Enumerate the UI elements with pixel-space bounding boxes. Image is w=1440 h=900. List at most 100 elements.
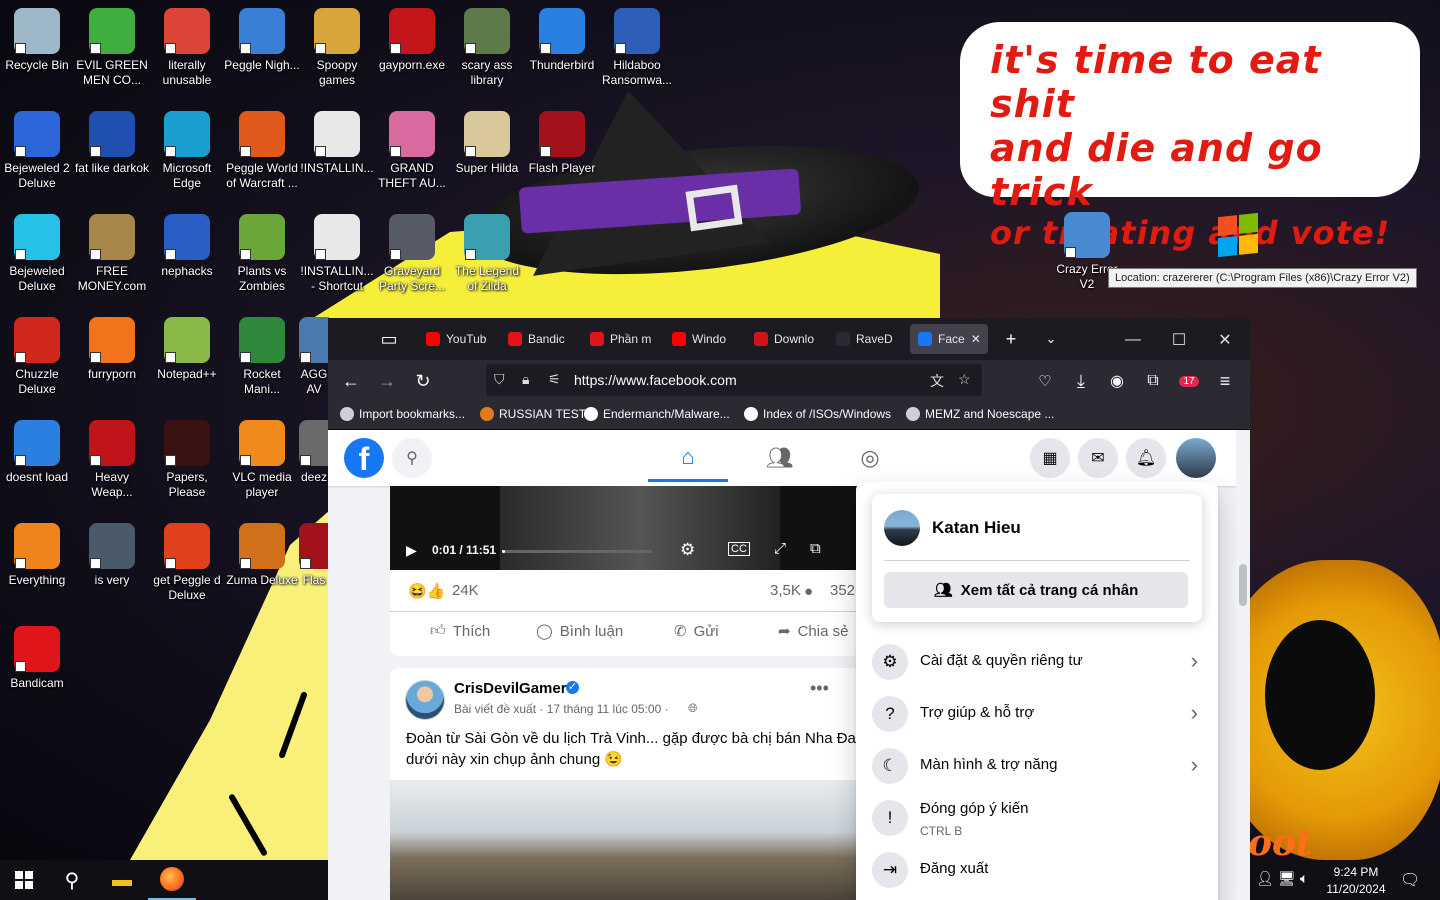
reaction-count[interactable]: 24K	[452, 582, 479, 599]
bookmark-item[interactable]: Endermanch/Malware...	[584, 407, 730, 421]
video-progress[interactable]	[502, 550, 652, 553]
desktop-icon[interactable]: Zuma Deluxe	[224, 523, 300, 588]
menu-item[interactable]: ☾ Màn hình & trợ năng ›	[864, 740, 1210, 792]
desktop-icon[interactable]: Bejeweled 2 Deluxe	[0, 111, 75, 191]
friends-icon[interactable]: 👥︎	[740, 434, 820, 482]
forward-button[interactable]: →	[374, 368, 400, 394]
desktop-icon[interactable]: is very	[74, 523, 150, 588]
browser-tab[interactable]: Windo	[664, 324, 742, 354]
account-icon[interactable]: ◉	[1104, 368, 1130, 394]
bell-icon[interactable]: 🔔︎	[1126, 438, 1166, 478]
menu-item[interactable]: ! Đóng góp ý kiến CTRL B	[864, 792, 1210, 844]
bookmark-star-icon[interactable]: ☆	[958, 371, 971, 388]
desktop-icon[interactable]: !INSTALLIN... - Shortcut	[299, 214, 375, 294]
firefox-taskbar-icon[interactable]	[148, 860, 196, 900]
share-button[interactable]: ➦ Chia sẻ	[778, 622, 848, 641]
comment-button[interactable]: ◯ Bình luận	[536, 622, 623, 641]
network-user-icon[interactable]: 👤︎	[1256, 870, 1274, 887]
tab-overview-icon[interactable]: ▭	[376, 326, 402, 352]
browser-tab[interactable]: YouTub	[418, 324, 496, 354]
notifications-icon[interactable]: 17	[1176, 368, 1202, 394]
clock[interactable]: 9:24 PM 11/20/2024	[1320, 864, 1392, 898]
action-center-icon[interactable]: 🗨︎	[1400, 870, 1420, 890]
menu-item[interactable]: ? Trợ giúp & hỗ trợ ›	[864, 688, 1210, 740]
browser-tab[interactable]: Phần m	[582, 324, 660, 354]
settings-icon[interactable]: ⚙	[680, 540, 695, 560]
file-explorer-icon[interactable]: ▬	[98, 860, 146, 900]
desktop-icon[interactable]: Heavy Weap...	[74, 420, 150, 500]
reaction-icons[interactable]: 😆👍	[408, 582, 445, 600]
permissions-icon[interactable]: ⚟	[548, 371, 561, 388]
messenger-icon[interactable]: ✉	[1078, 438, 1118, 478]
video-player[interactable]: ▶ 0:01 / 11:51 ⚙ CC ⤢ ⧉	[390, 486, 860, 570]
desktop-icon[interactable]: fat like darkok	[74, 111, 150, 176]
lock-icon[interactable]: 🔒︎	[522, 371, 529, 388]
more-options-icon[interactable]: •••	[810, 678, 829, 699]
desktop-icon[interactable]: Bejeweled Deluxe	[0, 214, 75, 294]
downloads-icon[interactable]: ⤓	[1068, 368, 1094, 394]
back-button[interactable]: ←	[338, 368, 364, 394]
profile-avatar[interactable]	[884, 510, 920, 546]
desktop-icon[interactable]: literally unusable	[149, 8, 225, 88]
close-tab-icon[interactable]: ✕	[971, 332, 981, 346]
browser-tab[interactable]: Downlo	[746, 324, 824, 354]
desktop-icon[interactable]: gayporn.exe	[374, 8, 450, 73]
desktop-icon[interactable]: Thunderbird	[524, 8, 600, 73]
desktop-icon[interactable]: Spoopy games	[299, 8, 375, 88]
desktop-icon[interactable]: get Peggle d Deluxe	[149, 523, 225, 603]
new-tab-button[interactable]: +	[998, 326, 1024, 352]
desktop-icon[interactable]: scary ass library	[449, 8, 525, 88]
desktop-icon[interactable]: Flash Player	[524, 111, 600, 176]
desktop-icon[interactable]: Rocket Mani...	[224, 317, 300, 397]
post-author-avatar[interactable]	[405, 680, 445, 720]
minimize-button[interactable]: —	[1110, 326, 1156, 354]
desktop-icon[interactable]: FREE MONEY.com	[74, 214, 150, 294]
desktop-icon[interactable]: The Legend of Zilda	[449, 214, 525, 294]
search-icon[interactable]: ⚲	[48, 860, 96, 900]
home-icon[interactable]: ⌂	[648, 434, 728, 482]
desktop-icon[interactable]: EVIL GREEN MEN CO...	[74, 8, 150, 88]
url-bar[interactable]: ⛉ 🔒︎ ⚟ 文 ☆	[486, 364, 982, 396]
post-photo[interactable]	[390, 780, 860, 900]
desktop-icon[interactable]: Peggle Nigh...	[224, 8, 300, 73]
bookmark-item[interactable]: Index of /ISOs/Windows	[744, 407, 891, 421]
menu-grid-icon[interactable]: ▦	[1030, 438, 1070, 478]
facebook-logo-icon[interactable]: f	[344, 438, 384, 478]
browser-tab[interactable]: Face ✕	[910, 324, 988, 354]
desktop-icon[interactable]: Everything	[0, 523, 75, 588]
desktop-icon[interactable]: Hildaboo Ransomwa...	[599, 8, 675, 88]
volume-icon[interactable]: 🔈︎	[1300, 870, 1308, 887]
bookmark-item[interactable]: RUSSIAN TEST	[480, 407, 586, 421]
start-button[interactable]	[0, 860, 48, 900]
profile-name[interactable]: Katan Hieu	[932, 518, 1021, 538]
tracking-shield-icon[interactable]: ⛉	[494, 371, 505, 388]
desktop-icon[interactable]: nephacks	[149, 214, 225, 279]
post-author[interactable]: CrisDevilGamer	[454, 680, 567, 697]
desktop-icon[interactable]: Recycle Bin	[0, 8, 75, 73]
captions-icon[interactable]: CC	[728, 542, 750, 556]
search-icon[interactable]: ⚲	[392, 438, 432, 478]
menu-icon[interactable]: ≡	[1212, 368, 1238, 394]
desktop-icon[interactable]: furryporn	[74, 317, 150, 382]
desktop-icon[interactable]: !INSTALLIN...	[299, 111, 375, 176]
bookmark-item[interactable]: Import bookmarks...	[340, 407, 465, 421]
close-window-button[interactable]: ✕	[1202, 326, 1248, 354]
send-button[interactable]: ✆ Gửi	[674, 622, 719, 641]
browser-tab[interactable]: Bandic	[500, 324, 578, 354]
share-count[interactable]: 352	[830, 582, 855, 599]
desktop-icon[interactable]: Flas	[299, 523, 329, 588]
desktop-icon[interactable]: Microsoft Edge	[149, 111, 225, 191]
reload-button[interactable]: ↻	[410, 368, 436, 394]
desktop-icon[interactable]: Chuzzle Deluxe	[0, 317, 75, 397]
play-icon[interactable]: ▶	[406, 542, 417, 559]
comment-count[interactable]: 3,5K	[770, 582, 801, 599]
profile-avatar-button[interactable]	[1176, 438, 1216, 478]
groups-icon[interactable]: ◎	[830, 434, 910, 482]
desktop-icon[interactable]: doesnt load	[0, 420, 75, 485]
page-scrollbar[interactable]	[1236, 430, 1250, 900]
desktop-icon[interactable]: VLC media player	[224, 420, 300, 500]
desktop-icon[interactable]: Graveyard Party Scre...	[374, 214, 450, 294]
translate-icon[interactable]: 文	[930, 371, 944, 391]
desktop-icon[interactable]: Notepad++	[149, 317, 225, 382]
pocket-icon[interactable]: ♡	[1032, 368, 1058, 394]
